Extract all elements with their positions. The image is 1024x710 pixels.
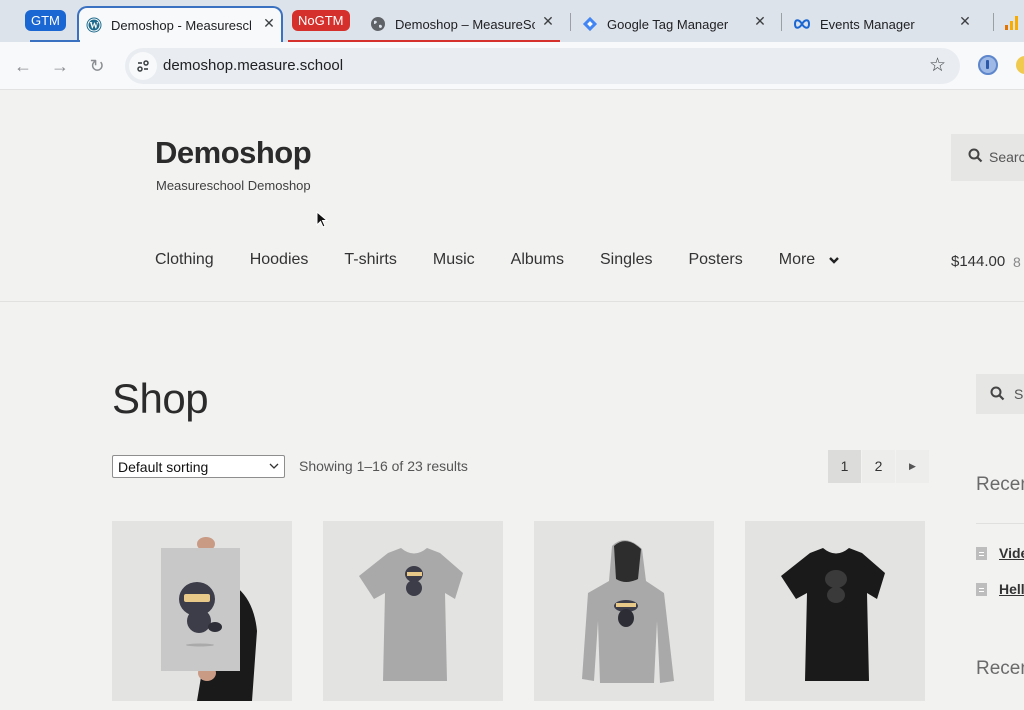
header-divider bbox=[0, 301, 1024, 302]
forward-button[interactable]: → bbox=[48, 54, 72, 78]
search-placeholder: Searc bbox=[989, 149, 1024, 165]
meta-icon bbox=[793, 16, 811, 32]
browser-tab-strip: GTM W Demoshop - Measureschool ✕ NoGTM D… bbox=[0, 0, 1024, 42]
recent-post-item: Vide bbox=[976, 545, 1024, 561]
nav-item-singles[interactable]: Singles bbox=[600, 251, 652, 269]
recent-post-item: Hell bbox=[976, 581, 1024, 597]
document-icon bbox=[976, 546, 987, 560]
product-image-tshirt-grey bbox=[359, 548, 463, 681]
web-page: Demoshop Measureschool Demoshop Searc Cl… bbox=[0, 91, 1024, 710]
nav-item-albums[interactable]: Albums bbox=[511, 251, 564, 269]
product-card-tshirt-black[interactable] bbox=[745, 521, 925, 701]
tab-separator bbox=[993, 13, 994, 31]
extension-icon[interactable] bbox=[1016, 56, 1024, 74]
recent-post-link[interactable]: Hell bbox=[999, 581, 1024, 597]
svg-text:W: W bbox=[90, 21, 99, 31]
sorting-selected-value: Default sorting bbox=[118, 459, 209, 475]
widget-title-recent-posts: Recent Posts bbox=[976, 474, 1024, 495]
product-image-poster bbox=[161, 537, 257, 701]
close-tab-icon[interactable]: ✕ bbox=[750, 13, 770, 30]
site-title[interactable]: Demoshop bbox=[155, 135, 312, 171]
sorting-select[interactable]: Default sorting bbox=[112, 455, 285, 478]
product-card-tshirt-grey[interactable] bbox=[323, 521, 503, 701]
document-icon bbox=[976, 582, 987, 596]
search-icon bbox=[968, 148, 983, 163]
page-1-button[interactable]: 1 bbox=[828, 450, 861, 483]
next-page-button[interactable]: ▶ bbox=[896, 450, 929, 483]
reload-button[interactable]: ↻ bbox=[85, 54, 109, 78]
close-tab-icon[interactable]: ✕ bbox=[955, 13, 975, 30]
url-text[interactable]: demoshop.measure.school bbox=[163, 57, 343, 74]
nav-item-tshirts[interactable]: T-shirts bbox=[344, 251, 396, 269]
mouse-cursor-icon bbox=[316, 211, 328, 228]
page-title: Shop bbox=[112, 375, 209, 422]
bookmark-star-icon[interactable]: ☆ bbox=[929, 54, 946, 77]
address-bar[interactable]: demoshop.measure.school ☆ bbox=[125, 48, 960, 84]
product-card-hoodie[interactable] bbox=[534, 521, 714, 701]
nav-item-more[interactable]: More bbox=[779, 251, 840, 269]
tab-demoshop-nogtm[interactable]: Demoshop – MeasureSchool ✕ bbox=[370, 6, 560, 42]
tab-separator bbox=[570, 13, 571, 31]
page-2-button[interactable]: 2 bbox=[862, 450, 895, 483]
search-icon bbox=[990, 386, 1005, 401]
chevron-down-icon bbox=[829, 257, 840, 264]
primary-navigation: Clothing Hoodies T-shirts Music Albums S… bbox=[155, 251, 840, 269]
header-search-field[interactable]: Searc bbox=[951, 134, 1024, 181]
sidebar-search-field[interactable]: S bbox=[976, 374, 1024, 414]
nav-item-clothing[interactable]: Clothing bbox=[155, 251, 214, 269]
wordpress-icon: W bbox=[86, 17, 102, 33]
tab-google-tag-manager[interactable]: Google Tag Manager ✕ bbox=[582, 6, 772, 42]
gtm-icon bbox=[582, 16, 598, 32]
tab-title: Demoshop – MeasureSchool bbox=[395, 16, 535, 32]
tab-title: Google Tag Manager bbox=[607, 16, 729, 32]
back-button[interactable]: ← bbox=[11, 54, 35, 78]
chevron-down-icon bbox=[269, 463, 279, 469]
nav-item-hoodies[interactable]: Hoodies bbox=[250, 251, 309, 269]
product-image-tshirt-black bbox=[781, 548, 885, 681]
tab-group-label: NoGTM bbox=[298, 13, 344, 28]
tab-separator bbox=[781, 13, 782, 31]
analytics-tab-icon[interactable] bbox=[1005, 14, 1019, 35]
tab-group-nogtm[interactable]: NoGTM bbox=[292, 10, 350, 31]
nav-item-posters[interactable]: Posters bbox=[688, 251, 742, 269]
cart-total[interactable]: $144.00 bbox=[951, 253, 1005, 270]
tab-events-manager[interactable]: Events Manager ✕ bbox=[793, 6, 993, 42]
nav-more-label: More bbox=[778, 251, 816, 268]
result-count: Showing 1–16 of 23 results bbox=[299, 458, 468, 474]
tab-demoshop-gtm[interactable]: W Demoshop - Measureschool ✕ bbox=[77, 6, 283, 42]
close-tab-icon[interactable]: ✕ bbox=[259, 15, 279, 32]
close-tab-icon[interactable]: ✕ bbox=[538, 13, 558, 30]
browser-toolbar: ← → ↻ demoshop.measure.school ☆ bbox=[0, 42, 1024, 90]
tab-group-label: GTM bbox=[31, 13, 60, 28]
widget-divider bbox=[976, 523, 1024, 524]
globe-icon bbox=[370, 16, 386, 32]
product-card-poster[interactable] bbox=[112, 521, 292, 701]
cart-item-count[interactable]: 8 bbox=[1013, 254, 1021, 270]
recent-post-link[interactable]: Vide bbox=[999, 545, 1024, 561]
tune-icon bbox=[137, 60, 149, 72]
site-info-button[interactable] bbox=[129, 52, 157, 80]
tab-group-gtm[interactable]: GTM bbox=[25, 10, 66, 31]
site-tagline: Measureschool Demoshop bbox=[156, 178, 311, 193]
tab-title: Demoshop - Measureschool bbox=[111, 17, 251, 33]
widget-title-recent-comments: Recent Comments bbox=[976, 658, 1024, 679]
password-manager-extension-icon[interactable] bbox=[978, 55, 998, 75]
product-grid bbox=[112, 521, 956, 701]
product-image-hoodie bbox=[582, 540, 674, 683]
tab-title: Events Manager bbox=[820, 16, 915, 32]
nav-item-music[interactable]: Music bbox=[433, 251, 475, 269]
search-placeholder: S bbox=[1014, 386, 1024, 402]
pagination: 1 2 ▶ bbox=[828, 450, 930, 483]
